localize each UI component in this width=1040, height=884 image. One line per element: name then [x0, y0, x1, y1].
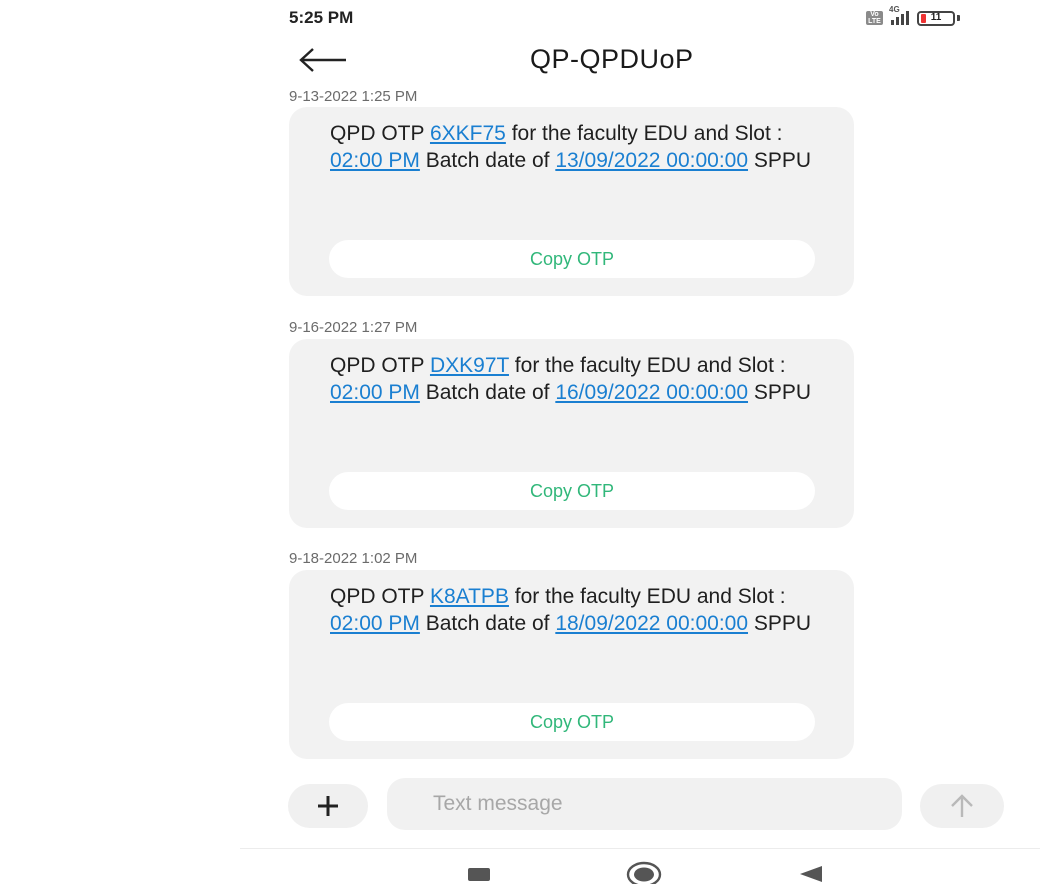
otp-link[interactable]: 6XKF75 [430, 122, 506, 145]
network-type-label: 4G [889, 5, 900, 14]
circle-icon[interactable] [626, 861, 662, 884]
slot-link[interactable]: 02:00 PM [330, 381, 420, 404]
message-timestamp: 9-18-2022 1:02 PM [289, 550, 418, 567]
messages-screen: 5:25 PM Vo LTE 4G 11 QP-QPDUoP 9-13-2022… [0, 0, 1040, 884]
copy-otp-button[interactable]: Copy OTP [329, 472, 815, 510]
otp-link[interactable]: DXK97T [430, 354, 509, 377]
triangle-back-icon[interactable] [800, 866, 822, 882]
message-input[interactable]: Text message [387, 778, 902, 830]
message-timestamp: 9-13-2022 1:25 PM [289, 88, 418, 105]
status-time: 5:25 PM [289, 8, 354, 27]
slot-link[interactable]: 02:00 PM [330, 612, 420, 635]
date-link[interactable]: 13/09/2022 00:00:00 [555, 149, 748, 172]
message-timestamp: 9-16-2022 1:27 PM [289, 319, 418, 336]
signal-icon: 4G [889, 5, 909, 25]
battery-icon: 11 [917, 10, 955, 26]
arrow-left-icon[interactable] [298, 43, 348, 77]
date-link[interactable]: 16/09/2022 00:00:00 [555, 381, 748, 404]
conversation-title: QP-QPDUoP [530, 44, 694, 74]
divider [240, 848, 1040, 849]
otp-link[interactable]: K8ATPB [430, 585, 509, 608]
message-text: QPD OTP DXK97T for the faculty EDU and S… [330, 354, 812, 404]
message-text: QPD OTP 6XKF75 for the faculty EDU and S… [330, 122, 812, 172]
arrow-up-icon [951, 794, 973, 817]
battery-tip [957, 15, 960, 21]
add-attachment-button[interactable] [288, 784, 368, 828]
message-bubble: QPD OTP 6XKF75 for the faculty EDU and S… [289, 107, 854, 296]
battery-level: 11 [930, 11, 942, 23]
message-bubble: QPD OTP DXK97T for the faculty EDU and S… [289, 339, 854, 528]
date-link[interactable]: 18/09/2022 00:00:00 [555, 612, 748, 635]
message-bubble: QPD OTP K8ATPB for the faculty EDU and S… [289, 570, 854, 759]
copy-otp-button[interactable]: Copy OTP [329, 240, 815, 278]
status-icons: Vo LTE 4G 11 [866, 5, 960, 27]
square-icon[interactable] [468, 868, 490, 881]
send-button[interactable] [920, 784, 1004, 828]
copy-otp-button[interactable]: Copy OTP [329, 703, 815, 741]
volte-icon: Vo LTE [866, 11, 883, 25]
slot-link[interactable]: 02:00 PM [330, 149, 420, 172]
message-text: QPD OTP K8ATPB for the faculty EDU and S… [330, 585, 812, 635]
plus-icon [318, 796, 338, 816]
